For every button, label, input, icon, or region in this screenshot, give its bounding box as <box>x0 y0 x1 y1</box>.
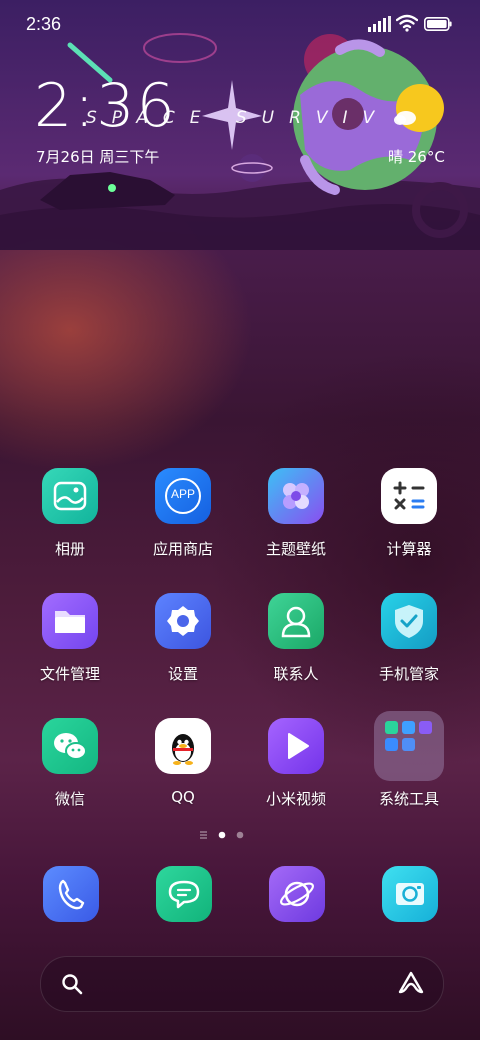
page-indicator[interactable] <box>198 828 258 842</box>
search-bar[interactable] <box>40 956 444 1012</box>
settings-gear-icon <box>155 593 211 649</box>
app-label: 小米视频 <box>265 790 326 808</box>
status-bar: 2:36 <box>0 0 480 50</box>
calculator-icon <box>381 468 437 524</box>
app-themes[interactable]: 主题壁纸 <box>236 460 356 559</box>
app-qq[interactable]: QQ <box>123 710 243 806</box>
app-label: 主题壁纸 <box>265 540 326 558</box>
app-label: 应用商店 <box>152 540 213 558</box>
dock <box>0 858 480 930</box>
sunny-weather-icon[interactable] <box>392 82 446 136</box>
messages-icon[interactable] <box>156 866 212 922</box>
wifi-icon <box>396 14 418 32</box>
app-calculator[interactable]: 计算器 <box>349 460 469 559</box>
app-label: 设置 <box>167 665 198 683</box>
weather-text: 晴 26°C <box>388 148 445 166</box>
shield-icon <box>381 593 437 649</box>
folder-icon <box>42 593 98 649</box>
wechat-icon <box>42 718 98 774</box>
app-label: QQ <box>171 788 195 806</box>
contacts-icon <box>268 593 324 649</box>
app-label: 联系人 <box>273 665 319 683</box>
app-gallery[interactable]: 相册 <box>10 460 130 559</box>
folder-system-tools[interactable]: 系统工具 <box>349 710 469 809</box>
app-label: 系统工具 <box>378 790 439 808</box>
battery-icon <box>424 17 452 31</box>
app-store-icon-text: APP <box>170 487 195 501</box>
app-app-store[interactable]: APP 应用商店 <box>123 460 243 559</box>
status-time: 2:36 <box>26 14 62 34</box>
app-label: 微信 <box>54 790 85 808</box>
app-settings[interactable]: 设置 <box>123 585 243 684</box>
app-label: 相册 <box>54 540 85 558</box>
assistant-logo-icon[interactable] <box>397 970 425 996</box>
search-icon <box>62 974 83 995</box>
app-label: 文件管理 <box>39 665 100 683</box>
clock-widget-date: 7月26日 周三下午 <box>36 148 160 166</box>
play-video-icon <box>268 718 324 774</box>
app-mi-video[interactable]: 小米视频 <box>236 710 356 809</box>
qq-penguin-icon <box>155 718 211 774</box>
gallery-icon <box>42 468 98 524</box>
phone-icon[interactable] <box>43 866 99 922</box>
app-wechat[interactable]: 微信 <box>10 710 130 809</box>
cellular-signal-icon <box>368 16 391 32</box>
app-label: 计算器 <box>386 540 432 558</box>
page-dot-active <box>218 831 226 839</box>
folder-preview-icon <box>374 711 444 781</box>
browser-icon[interactable] <box>269 866 325 922</box>
camera-icon[interactable] <box>382 866 438 922</box>
page-dot <box>236 831 244 839</box>
themes-icon <box>268 468 324 524</box>
app-store-icon: APP <box>155 468 211 524</box>
app-security[interactable]: 手机管家 <box>349 585 469 684</box>
app-label: 手机管家 <box>378 665 439 683</box>
app-file-manager[interactable]: 文件管理 <box>10 585 130 684</box>
app-contacts[interactable]: 联系人 <box>236 585 356 684</box>
theme-banner-text: SPACE SURVIV <box>86 108 390 128</box>
